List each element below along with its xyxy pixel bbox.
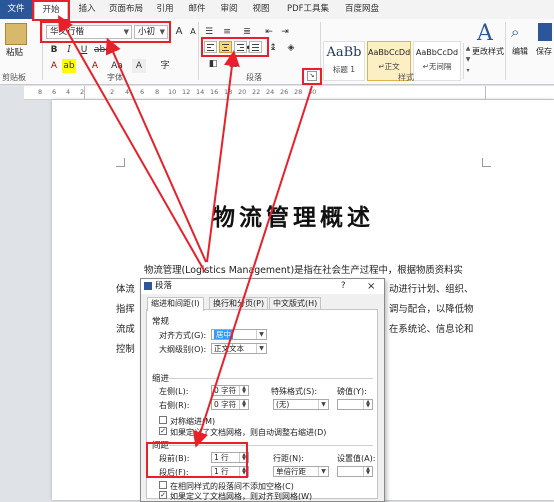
tab-indent-spacing[interactable]: 缩进和间距(I) <box>147 297 204 311</box>
arrow-to-alignment <box>206 50 240 263</box>
annotation-arrows <box>58 15 313 448</box>
arrow-to-font <box>105 37 207 263</box>
arrow-to-spacing <box>192 85 313 448</box>
arrow-to-home-tab <box>58 15 206 273</box>
